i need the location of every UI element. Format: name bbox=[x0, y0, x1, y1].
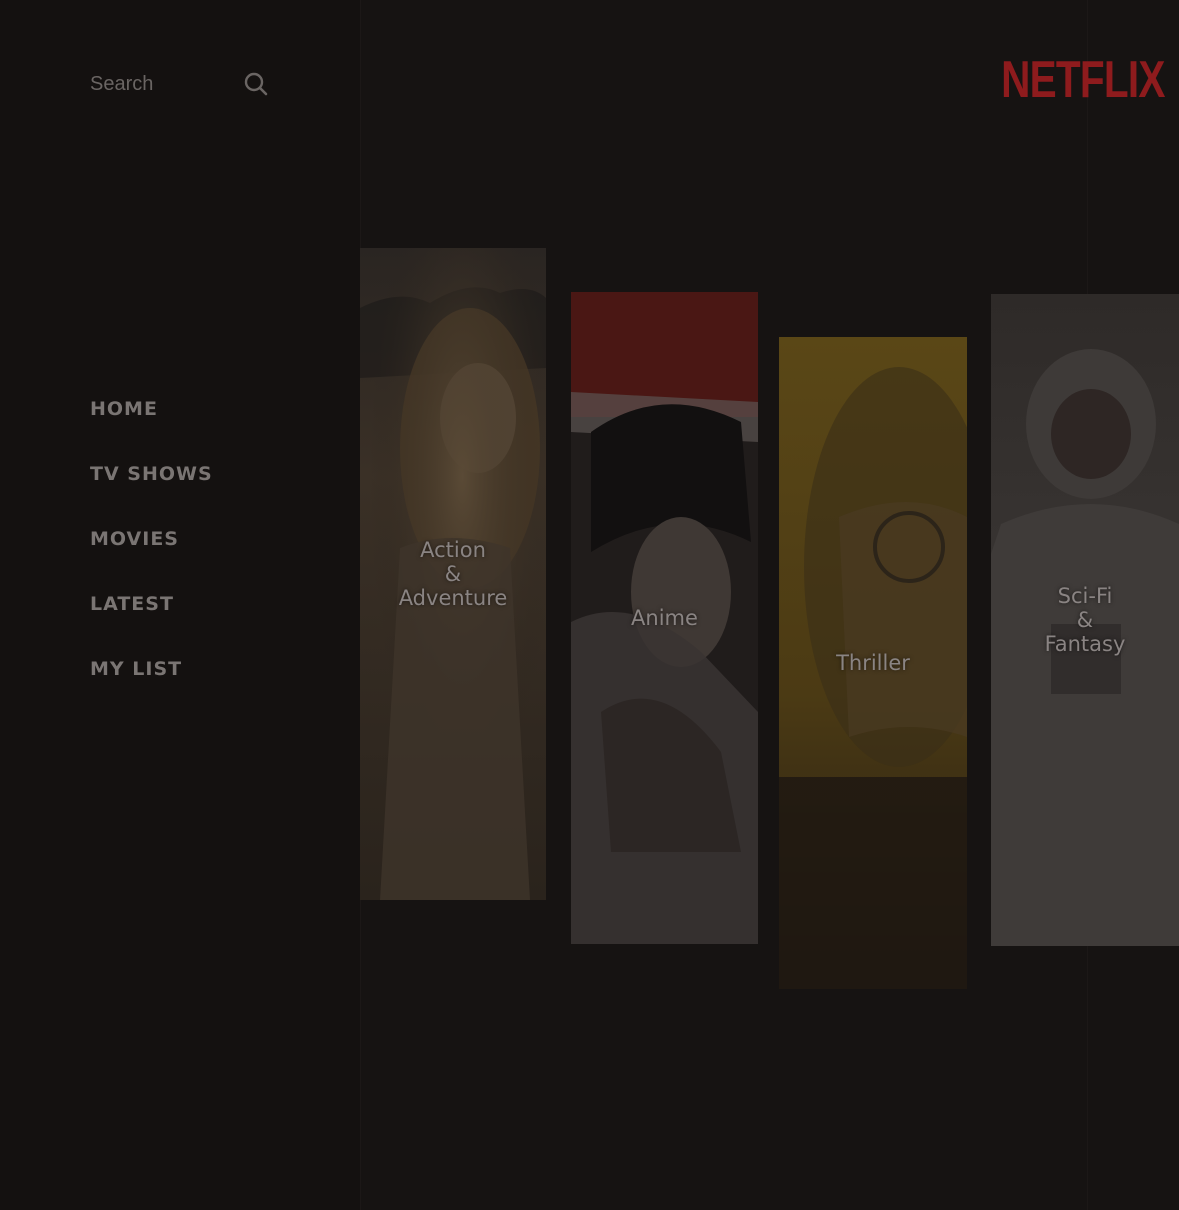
nav-item-tv-shows[interactable]: TV SHOWS bbox=[90, 463, 213, 528]
netflix-logo: NETFLIX bbox=[1001, 51, 1165, 109]
search-bar[interactable]: Search bbox=[90, 66, 280, 102]
sidebar: Search HOME TV SHOWS MOVIES LATEST MY LI… bbox=[0, 0, 360, 1210]
genre-card-label: Action & Adventure bbox=[398, 538, 508, 610]
nav-item-home[interactable]: HOME bbox=[90, 398, 213, 463]
nav-item-latest[interactable]: LATEST bbox=[90, 593, 213, 658]
search-icon[interactable] bbox=[242, 70, 270, 98]
genre-card-sci-fi-fantasy[interactable]: Sci-Fi & Fantasy bbox=[991, 294, 1179, 946]
genre-card-label: Sci-Fi & Fantasy bbox=[1044, 584, 1126, 656]
genre-card-action-adventure[interactable]: Action & Adventure bbox=[360, 248, 546, 900]
search-input[interactable]: Search bbox=[90, 73, 153, 96]
app-window: Search HOME TV SHOWS MOVIES LATEST MY LI… bbox=[0, 0, 1179, 1210]
genre-card-thriller[interactable]: Thriller bbox=[779, 337, 967, 989]
genre-card-label: Thriller bbox=[836, 651, 910, 675]
genre-card-label: Anime bbox=[631, 606, 698, 630]
nav-item-my-list[interactable]: MY LIST bbox=[90, 658, 213, 723]
genre-card-anime[interactable]: Anime bbox=[571, 292, 758, 944]
nav-item-movies[interactable]: MOVIES bbox=[90, 528, 213, 593]
main-nav: HOME TV SHOWS MOVIES LATEST MY LIST bbox=[90, 398, 213, 723]
